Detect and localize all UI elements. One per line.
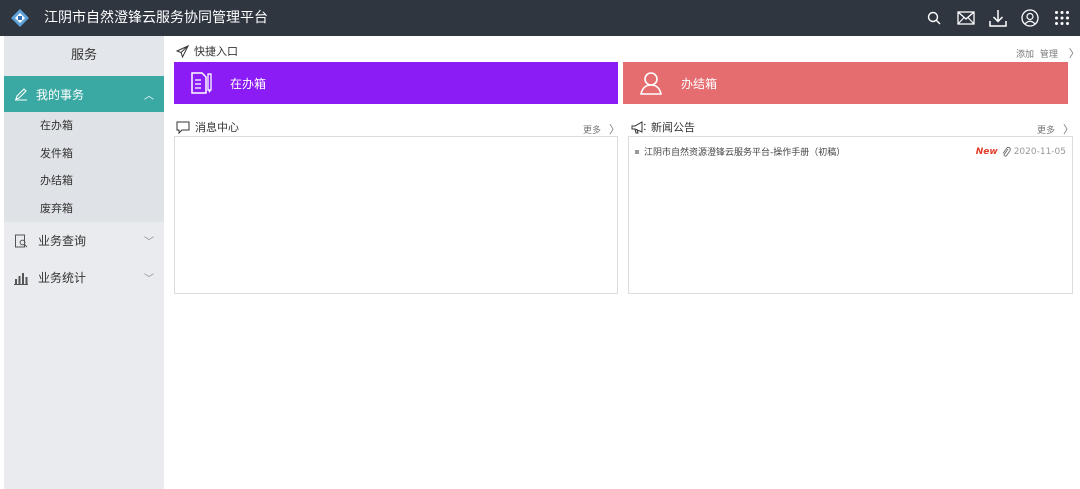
sidebar-item-business-stats[interactable]: 业务统计 ﹀	[4, 259, 164, 296]
bar-chart-icon	[14, 271, 28, 285]
list-item[interactable]: 江阴市自然资源澄锋云服务平台-操作手册（初稿） New 2020-11-05	[635, 145, 1066, 158]
quick-entry-title: 快捷入口	[176, 43, 238, 59]
sidebar-item-label: 业务查询	[38, 234, 87, 248]
sidebar-subitem-in-progress[interactable]: 在办箱	[4, 112, 164, 140]
search-icon[interactable]	[924, 8, 944, 28]
sidebar-item-label: 业务统计	[38, 271, 87, 285]
megaphone-icon	[631, 120, 646, 134]
chevron-right-icon: 〉	[1063, 123, 1075, 136]
more-label: 更多	[1037, 126, 1056, 136]
person-icon	[639, 71, 663, 95]
sidebar-header: 服务	[4, 36, 164, 76]
manage-link[interactable]: 管理	[1040, 50, 1058, 60]
new-badge: New	[975, 146, 998, 157]
chevron-right-icon: 〉	[609, 123, 621, 136]
sidebar-item-label: 我的事务	[36, 87, 85, 102]
sidebar-subitem-discarded[interactable]: 废弃箱	[4, 194, 164, 222]
mail-icon[interactable]	[956, 8, 976, 28]
chevron-right-icon[interactable]: 〉	[1069, 47, 1080, 60]
tile-label: 在办箱	[230, 76, 267, 91]
bullet	[635, 149, 639, 154]
message-center-label: 消息中心	[195, 121, 239, 134]
quick-entry-label: 快捷入口	[194, 45, 238, 58]
sidebar-subitem-completed[interactable]: 办结箱	[4, 167, 164, 195]
toolbar-icons	[912, 0, 1072, 36]
more-label: 更多	[583, 126, 602, 136]
chevron-up-icon: ︿	[144, 90, 154, 102]
news-more-link[interactable]: 更多〉	[1037, 121, 1074, 137]
chevron-down-icon: ﹀	[144, 274, 154, 285]
news-item-title[interactable]: 江阴市自然资源澄锋云服务平台-操作手册（初稿）	[644, 145, 976, 158]
sidebar-item-business-query[interactable]: 业务查询 ﹀	[4, 222, 164, 259]
paperclip-icon	[1001, 146, 1011, 158]
app-title: 江阴市自然澄锋云服务协同管理平台	[44, 10, 268, 26]
message-center-title: 消息中心	[176, 119, 239, 135]
news-panel: 江阴市自然资源澄锋云服务平台-操作手册（初稿） New 2020-11-05	[628, 136, 1073, 294]
document-search-icon	[14, 234, 28, 248]
sidebar: 服务 我的事务 ︿ 在办箱 发件箱 办结箱 废弃箱 业务查询 ﹀ 业务统计 ﹀	[4, 36, 164, 489]
add-link[interactable]: 添加	[1016, 50, 1034, 60]
download-icon[interactable]	[988, 8, 1008, 28]
document-edit-icon	[190, 71, 212, 95]
message-more-link[interactable]: 更多〉	[583, 121, 620, 137]
logo-icon[interactable]	[10, 8, 30, 28]
send-icon	[176, 44, 189, 58]
sidebar-item-my-affairs[interactable]: 我的事务 ︿	[4, 76, 164, 112]
chevron-down-icon: ﹀	[144, 237, 154, 248]
apps-grid-icon[interactable]	[1052, 8, 1072, 28]
top-bar: 江阴市自然澄锋云服务协同管理平台	[0, 0, 1080, 36]
pencil-icon	[14, 87, 28, 101]
quick-entry-actions: 添加 管理 〉	[1016, 45, 1080, 61]
news-title: 新闻公告	[631, 119, 695, 135]
news-label: 新闻公告	[651, 121, 695, 134]
sidebar-subitem-sent[interactable]: 发件箱	[4, 139, 164, 167]
tile-completed[interactable]: 办结箱	[623, 62, 1068, 104]
message-center-panel	[174, 136, 618, 294]
chat-bubble-icon	[176, 121, 190, 134]
user-icon[interactable]	[1020, 8, 1040, 28]
news-item-date: 2020-11-05	[1013, 146, 1066, 157]
tile-label: 办结箱	[681, 76, 718, 91]
tile-in-progress[interactable]: 在办箱	[174, 62, 618, 104]
